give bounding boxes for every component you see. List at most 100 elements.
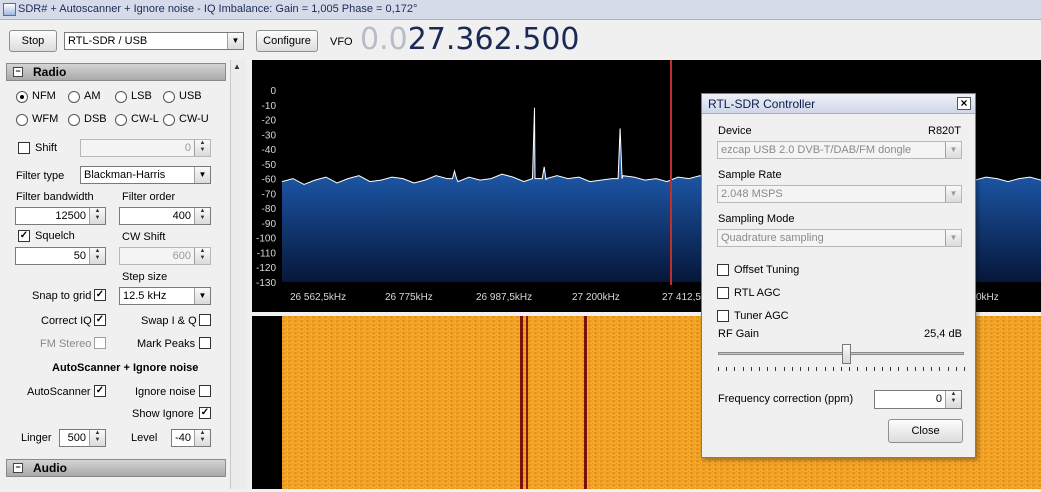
slider-tick (767, 367, 769, 371)
shift-stepper[interactable]: 0 ▲ ▼ (80, 139, 211, 157)
filter-bandwidth-value: 12500 (55, 210, 86, 222)
vfo-display[interactable]: 0.027.362.500 (360, 22, 580, 58)
step-size-select[interactable]: 12.5 kHz ▼ (119, 287, 211, 305)
filter-bandwidth-stepper[interactable]: 12500 ▲ ▼ (15, 207, 106, 225)
spin-arrows-icon[interactable]: ▲ ▼ (194, 140, 210, 156)
squelch-value: 50 (73, 250, 86, 262)
chevron-down-icon[interactable]: ▼ (945, 142, 961, 158)
step-size-label: Step size (122, 271, 168, 283)
spin-arrows-icon[interactable]: ▲ ▼ (89, 430, 105, 446)
chevron-down-icon[interactable]: ▼ (945, 186, 961, 202)
sample-rate-value: 2.048 MSPS (721, 188, 783, 200)
filter-order-stepper[interactable]: 400 ▲ ▼ (119, 207, 211, 225)
linger-stepper[interactable]: 500 ▲ ▼ (59, 429, 106, 447)
filter-type-label: Filter type (16, 170, 65, 182)
chevron-down-icon[interactable]: ▼ (194, 288, 210, 304)
mode-radio-usb[interactable] (163, 91, 175, 103)
mode-radio-wfm[interactable] (16, 114, 28, 126)
slider-tick (955, 367, 957, 371)
freq-tick-label: 26 987,5kHz (476, 292, 532, 303)
sampling-mode-label: Sampling Mode (718, 213, 795, 225)
tuner-agc-checkbox[interactable] (717, 310, 729, 322)
sampling-mode-dropdown[interactable]: Quadrature sampling ▼ (717, 229, 962, 247)
shift-value: 0 (184, 142, 191, 154)
collapse-icon[interactable]: − (13, 463, 23, 473)
freq-correction-value: 0 (935, 393, 942, 405)
correct-iq-checkbox[interactable]: ✓ (94, 314, 106, 326)
stop-button[interactable]: Stop (9, 30, 57, 52)
shift-checkbox[interactable] (18, 142, 30, 154)
correct-iq-label: Correct IQ (41, 315, 92, 327)
waterfall-carrier (584, 316, 587, 489)
mode-radio-am[interactable] (68, 91, 80, 103)
ignore-noise-checkbox[interactable] (199, 385, 211, 397)
configure-button[interactable]: Configure (256, 30, 318, 52)
snap-to-grid-checkbox[interactable]: ✓ (94, 289, 106, 301)
spin-arrows-icon[interactable]: ▲ ▼ (945, 391, 961, 408)
device-dropdown[interactable]: ezcap USB 2.0 DVB-T/DAB/FM dongle ▼ (717, 141, 962, 159)
chevron-down-icon[interactable]: ▼ (227, 33, 243, 49)
mode-radio-lsb[interactable] (115, 91, 127, 103)
db-tick-label: -30 (262, 130, 277, 141)
scroll-up-icon[interactable]: ▲ (233, 62, 241, 71)
rtl-sdr-controller-dialog: RTL-SDR Controller × Device R820T ezcap … (701, 93, 976, 458)
title-bar: SDR# + Autoscanner + Ignore noise - IQ I… (0, 0, 1041, 20)
show-ignore-checkbox[interactable]: ✓ (199, 407, 211, 419)
spin-arrows-icon[interactable]: ▲ ▼ (89, 208, 105, 224)
autoscanner-checkbox[interactable]: ✓ (94, 385, 106, 397)
level-stepper[interactable]: -40 ▲ ▼ (171, 429, 211, 447)
fm-stereo-checkbox[interactable] (94, 337, 106, 349)
chevron-down-icon[interactable]: ▼ (194, 167, 210, 183)
db-tick-label: -110 (257, 248, 277, 259)
slider-tick (882, 367, 883, 371)
spin-arrows-icon[interactable]: ▲ ▼ (194, 248, 210, 264)
radio-section-header[interactable]: − Radio (6, 63, 226, 81)
slider-tick (734, 367, 736, 371)
rf-gain-slider-thumb[interactable] (841, 344, 851, 364)
vfo-dim-digits: 0.0 (360, 22, 408, 57)
mode-radio-nfm[interactable] (16, 91, 28, 103)
slider-tick (898, 367, 900, 371)
audio-section-header[interactable]: − Audio (6, 459, 226, 477)
close-button[interactable]: Close (888, 419, 963, 443)
autoscanner-header: AutoScanner + Ignore noise (52, 362, 199, 374)
slider-tick (800, 367, 801, 371)
mode-label-lsb: LSB (131, 90, 152, 102)
step-size-value: 12.5 kHz (123, 290, 167, 302)
device-select[interactable]: RTL-SDR / USB ▼ (64, 32, 244, 50)
ignore-noise-label: Ignore noise (135, 386, 196, 398)
mode-radio-dsb[interactable] (68, 114, 80, 126)
chevron-down-icon[interactable]: ▼ (945, 230, 961, 246)
vfo-marker[interactable] (670, 60, 672, 285)
device-model: R820T (928, 125, 962, 137)
rtl-agc-checkbox[interactable] (717, 287, 729, 299)
db-tick-label: -20 (262, 116, 277, 127)
mode-label-usb: USB (179, 90, 202, 102)
mode-radio-cwl[interactable] (115, 114, 127, 126)
shift-label: Shift (35, 142, 58, 154)
filter-type-value: Blackman-Harris (84, 169, 166, 181)
freq-correction-stepper[interactable]: 0 ▲ ▼ (874, 390, 962, 409)
left-panel-scrollbar[interactable]: ▲ (230, 60, 246, 489)
cw-shift-stepper[interactable]: 600 ▲ ▼ (119, 247, 211, 265)
slider-tick (750, 367, 752, 371)
filter-type-select[interactable]: Blackman-Harris ▼ (80, 166, 211, 184)
squelch-checkbox[interactable]: ✓ (18, 230, 30, 242)
close-icon[interactable]: × (957, 97, 971, 110)
offset-tuning-checkbox[interactable] (717, 264, 729, 276)
sample-rate-dropdown[interactable]: 2.048 MSPS ▼ (717, 185, 962, 203)
swap-iq-checkbox[interactable] (199, 314, 211, 326)
spin-arrows-icon[interactable]: ▲ ▼ (194, 430, 210, 446)
db-tick-label: -130 (256, 278, 276, 289)
spin-arrows-icon[interactable]: ▲ ▼ (89, 248, 105, 264)
mode-radio-cwu[interactable] (163, 114, 175, 126)
mark-peaks-checkbox[interactable] (199, 337, 211, 349)
sample-rate-label: Sample Rate (718, 169, 782, 181)
slider-tick (742, 367, 744, 371)
cw-shift-value: 600 (172, 250, 191, 262)
collapse-icon[interactable]: − (13, 67, 23, 77)
spin-arrows-icon[interactable]: ▲ ▼ (194, 208, 210, 224)
slider-tick (775, 367, 777, 371)
slider-tick (849, 367, 851, 371)
squelch-stepper[interactable]: 50 ▲ ▼ (15, 247, 106, 265)
